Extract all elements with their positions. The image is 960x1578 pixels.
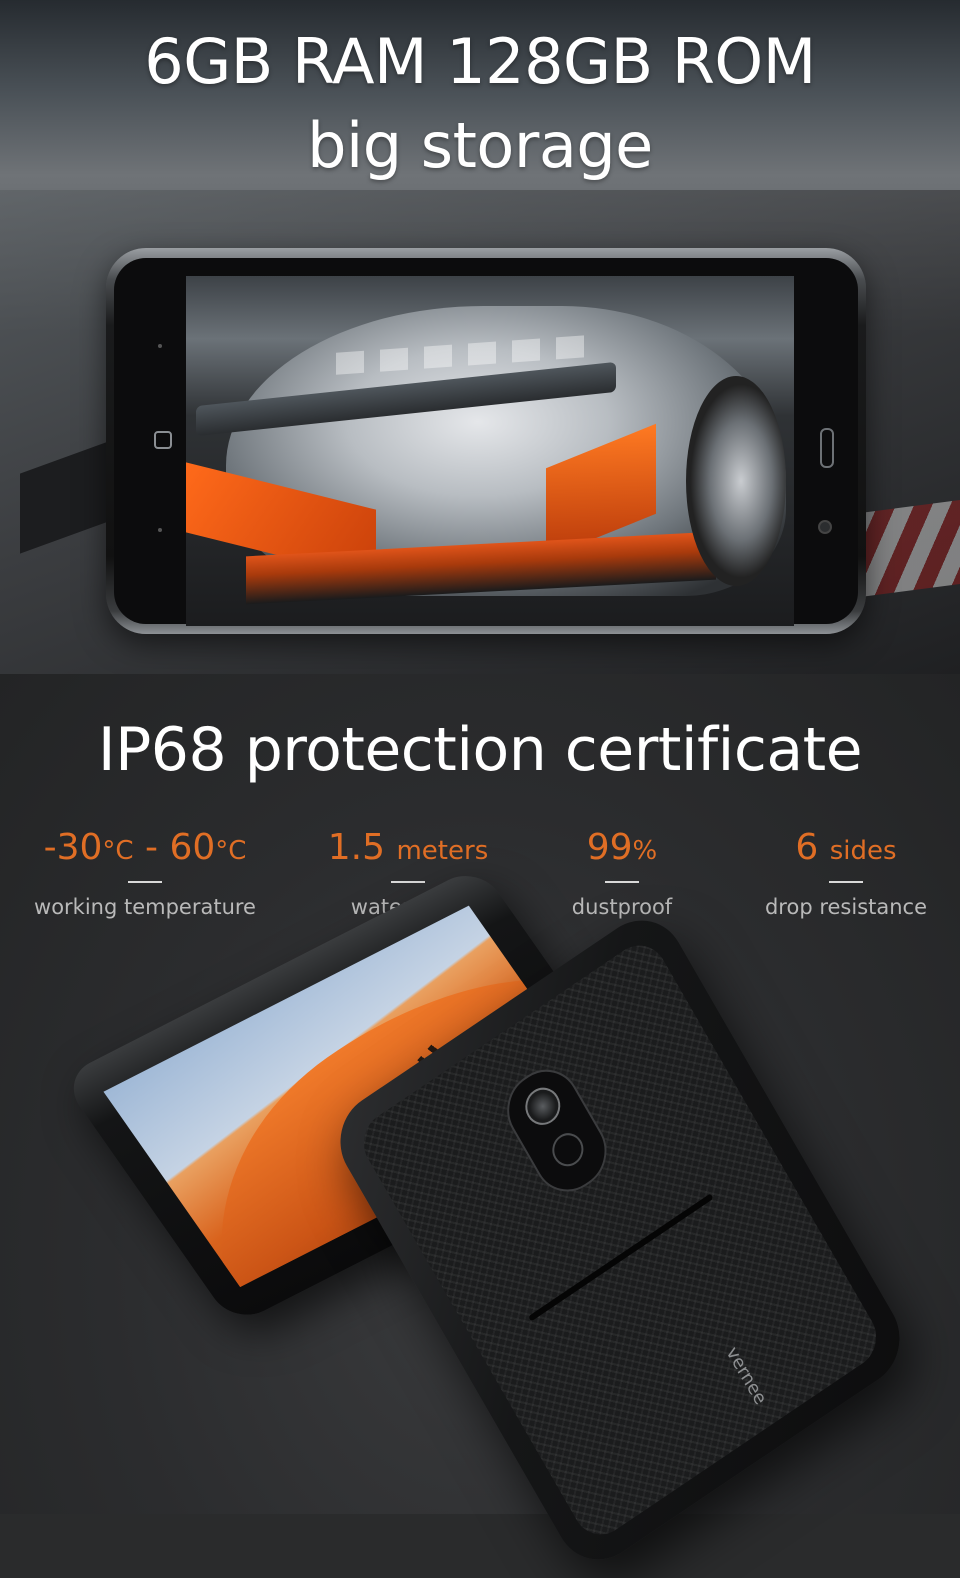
stat-value: -30°C - 60°C xyxy=(25,824,265,875)
stat-label: drop resistance xyxy=(764,895,928,919)
stat-drop-resistance: 6 sides drop resistance xyxy=(726,824,960,921)
back-panel-slot xyxy=(528,1193,714,1322)
home-button-icon xyxy=(154,431,172,449)
stat-label: dustproof xyxy=(571,895,673,919)
stat-divider xyxy=(829,881,863,883)
fingerprint-sensor-icon xyxy=(546,1126,590,1173)
race-car-screen xyxy=(186,276,794,626)
earpiece-speaker-icon xyxy=(820,428,834,468)
sensor-dot xyxy=(158,528,162,532)
stat-number: 60 xyxy=(169,827,216,868)
hero-headline: 6GB RAM 128GB ROM big storage xyxy=(0,20,960,188)
stat-unit: °C xyxy=(102,836,134,866)
stat-unit: sides xyxy=(829,836,897,866)
sensor-dot xyxy=(158,344,162,348)
stat-divider xyxy=(128,881,162,883)
stat-divider xyxy=(605,881,639,883)
phone-bezel xyxy=(114,258,858,626)
hero-headline-line1: 6GB RAM 128GB ROM xyxy=(144,25,816,98)
stat-divider xyxy=(391,881,425,883)
stat-dustproof: 99% dustproof xyxy=(502,824,742,921)
ip68-title: IP68 protection certificate xyxy=(97,715,863,785)
stat-value: 99% xyxy=(502,824,742,875)
race-car-wheel xyxy=(686,376,786,586)
stat-temperature: -30°C - 60°C working temperature xyxy=(25,824,265,921)
stat-unit: °C xyxy=(215,836,247,866)
stat-value: 1.5 meters xyxy=(288,824,528,875)
hero-headline-line2: big storage xyxy=(307,109,653,182)
stat-label: working temperature xyxy=(34,895,256,919)
stat-value: 6 sides xyxy=(726,824,960,875)
phone-landscape-image xyxy=(106,248,866,634)
front-camera-icon xyxy=(818,520,832,534)
stat-number: 1.5 xyxy=(327,827,386,868)
rear-camera-module xyxy=(494,1055,620,1206)
storage-hero: 6GB RAM 128GB ROM big storage xyxy=(0,0,960,674)
stat-number: -30 xyxy=(43,827,103,868)
brand-logo: vernee xyxy=(721,1342,771,1409)
stat-unit: % xyxy=(632,836,658,866)
stat-unit: meters xyxy=(396,836,489,866)
stat-number: 6 xyxy=(795,827,819,868)
stat-number: 99 xyxy=(586,827,633,868)
rear-camera-lens-icon xyxy=(518,1080,567,1132)
stat-separator: - xyxy=(133,827,170,868)
